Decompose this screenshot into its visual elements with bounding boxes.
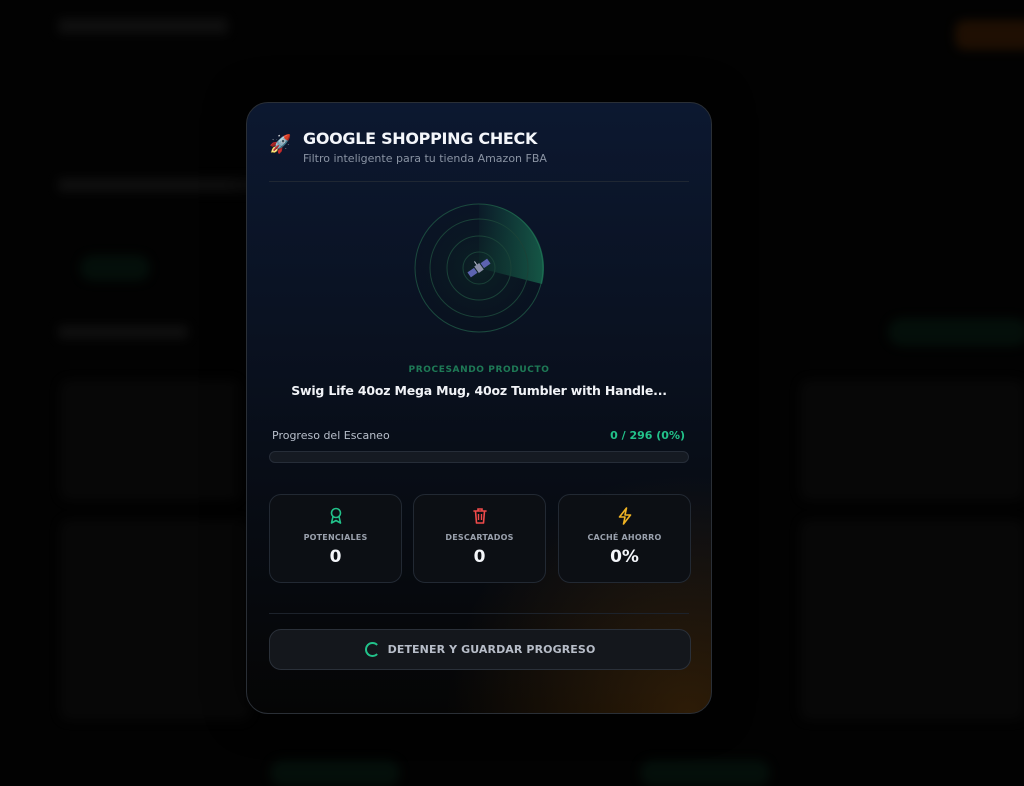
progress-bar <box>269 451 689 463</box>
progress-count: 0 / 296 (0%) <box>610 429 685 442</box>
status-label: PROCESANDO PRODUCTO <box>408 365 550 375</box>
stat-label: CACHÉ AHORRO <box>587 533 662 542</box>
stat-value: 0% <box>610 547 639 567</box>
modal-title: GOOGLE SHOPPING CHECK <box>303 129 538 148</box>
award-icon <box>330 507 341 524</box>
stat-value: 0 <box>473 547 486 567</box>
stat-value: 0 <box>329 547 342 567</box>
stat-card-potenciales: POTENCIALES 0 <box>269 494 402 583</box>
stop-button-label: DETENER Y GUARDAR PROGRESO <box>387 643 596 656</box>
stat-label: POTENCIALES <box>303 533 368 542</box>
divider <box>269 613 689 614</box>
modal-header: 🚀 GOOGLE SHOPPING CHECK Filtro inteligen… <box>269 129 689 182</box>
spinner-icon <box>364 642 380 657</box>
modal-subtitle: Filtro inteligente para tu tienda Amazon… <box>303 152 547 165</box>
radar-scanner <box>414 203 544 333</box>
stat-label: DESCARTADOS <box>445 533 514 542</box>
current-product-name: Swig Life 40oz Mega Mug, 40oz Tumbler wi… <box>291 383 667 398</box>
stats-cards: POTENCIALES 0 DESCARTADOS 0 CACHÉ AHORRO… <box>269 494 691 584</box>
stat-card-cache-ahorro: CACHÉ AHORRO 0% <box>558 494 691 583</box>
stop-and-save-button[interactable]: DETENER Y GUARDAR PROGRESO <box>269 629 691 670</box>
rocket-icon: 🚀 <box>269 134 292 155</box>
scan-modal: 🚀 GOOGLE SHOPPING CHECK Filtro inteligen… <box>246 102 712 714</box>
trash-icon <box>472 508 487 524</box>
progress-label: Progreso del Escaneo <box>272 429 390 442</box>
lightning-icon <box>618 507 631 525</box>
stat-card-descartados: DESCARTADOS 0 <box>413 494 546 583</box>
